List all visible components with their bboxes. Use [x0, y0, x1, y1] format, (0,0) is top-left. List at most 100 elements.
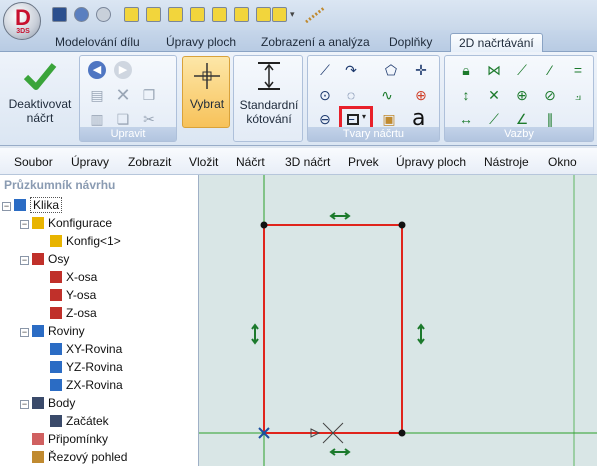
tab-2d-sketch[interactable]: 2D načrtávání	[450, 33, 543, 52]
view-cube-icon[interactable]	[272, 7, 287, 22]
horizontal-constraint-icon[interactable]	[329, 448, 351, 456]
concentric-constraint-icon[interactable]: ⊕	[513, 86, 531, 104]
tree-expander-icon[interactable]: −	[20, 328, 29, 337]
tree-node[interactable]: − Body	[20, 396, 75, 414]
collinear-constraint-icon[interactable]: ⁄	[541, 61, 559, 79]
menu-surface-edit[interactable]: Úpravy ploch	[396, 155, 466, 169]
menu-edit[interactable]: Úpravy	[71, 155, 109, 169]
tree-node[interactable]: − Osy	[20, 252, 69, 270]
copy-icon[interactable]: ▤	[88, 86, 106, 104]
menu-insert[interactable]: Vložit	[189, 155, 218, 169]
redo-icon[interactable]	[96, 7, 111, 22]
menu-feature[interactable]: Prvek	[348, 155, 379, 169]
ellipse-icon[interactable]: ⊖	[316, 110, 334, 128]
midpoint-constraint-icon[interactable]: ⋈	[485, 61, 503, 79]
menu-file[interactable]: Soubor	[14, 155, 53, 169]
vertical-constraint-icon[interactable]	[251, 323, 259, 345]
planes-icon	[32, 325, 44, 337]
undo-icon[interactable]	[74, 7, 89, 22]
menu-3d-sketch[interactable]: 3D náčrt	[285, 155, 330, 169]
tree-node[interactable]: Připomínky	[32, 432, 108, 450]
dimension-button[interactable]: Standardní kótování	[234, 98, 304, 126]
axes-icon	[32, 253, 44, 265]
select-button[interactable]: Vybrat	[182, 56, 230, 128]
rect-corner-point[interactable]	[398, 221, 406, 229]
view-cube-icon[interactable]	[168, 7, 183, 22]
arc-icon[interactable]: ↷	[342, 61, 360, 79]
sketch-canvas[interactable]	[199, 175, 597, 466]
dimension-icon	[256, 61, 282, 91]
tab-surface-edit[interactable]: Úpravy ploch	[158, 33, 244, 52]
view-cube-icon[interactable]	[234, 7, 249, 22]
tree-node[interactable]: Z-osa	[50, 306, 97, 324]
equal-constraint-icon[interactable]: =	[569, 61, 587, 79]
scissors-icon[interactable]: ✂	[140, 110, 158, 128]
duplicate-icon[interactable]: ❏	[114, 110, 132, 128]
tree-expander-icon[interactable]: −	[2, 202, 11, 211]
view-cube-icon[interactable]	[124, 7, 139, 22]
delete-icon[interactable]: ✕	[114, 86, 132, 104]
tree-node[interactable]: ZX-Rovina	[50, 378, 123, 396]
vertical-constraint-icon[interactable]	[417, 323, 425, 345]
save-icon[interactable]	[52, 7, 67, 22]
menu-sketch[interactable]: Náčrt	[236, 155, 265, 169]
tab-addons[interactable]: Doplňky	[381, 33, 440, 52]
coincident-constraint-icon[interactable]: ⟋	[513, 61, 531, 79]
partial-circle-icon[interactable]: ◌	[342, 86, 360, 104]
center-point-icon[interactable]: ⊕	[412, 86, 430, 104]
menu-view[interactable]: Zobrazit	[128, 155, 171, 169]
rect-corner-point[interactable]	[260, 221, 268, 229]
circle-icon[interactable]: ⊙	[316, 86, 334, 104]
tree-node[interactable]: − Klika	[2, 197, 63, 216]
qat-dropdown-icon[interactable]: ▾	[290, 9, 295, 20]
line-icon[interactable]: ⟋	[316, 61, 334, 79]
tangent-constraint-icon[interactable]: ⊘	[541, 86, 559, 104]
menu-bar: Soubor Úpravy Zobrazit Vložit Náčrt 3D n…	[0, 148, 597, 175]
exit-sketch-button[interactable]: Deaktivovat náčrt	[3, 97, 77, 125]
redo-icon[interactable]: ▶	[114, 61, 132, 79]
tree-node[interactable]: X-osa	[50, 270, 97, 288]
menu-window[interactable]: Okno	[548, 155, 577, 169]
tree-node[interactable]: Y-osa	[50, 288, 96, 306]
point-icon[interactable]: ✛	[412, 61, 430, 79]
rect-corner-point[interactable]	[398, 429, 406, 437]
tree-expander-icon[interactable]: −	[20, 256, 29, 265]
horizontal-constraint-icon[interactable]	[329, 212, 351, 220]
edit-group-label: Upravit	[80, 127, 176, 141]
polygon-icon[interactable]: ⬠	[382, 61, 400, 79]
view-cube-icon[interactable]	[256, 7, 271, 22]
sketch-rectangle[interactable]	[263, 224, 403, 434]
spline-icon[interactable]: ∿	[378, 86, 396, 104]
angle-constraint-icon[interactable]: ∠	[513, 110, 531, 128]
parallel-constraint-icon[interactable]: ∥	[541, 110, 559, 128]
tab-part-modeling[interactable]: Modelování dílu	[47, 33, 148, 52]
perpendicular-constraint-icon[interactable]: ⟋	[485, 110, 503, 128]
app-menu-button[interactable]: D 3DS	[3, 2, 41, 40]
tree-expander-icon[interactable]: −	[20, 400, 29, 409]
tree-node[interactable]: Konfig<1>	[50, 234, 121, 252]
clipboard-icon[interactable]: ▥	[88, 110, 106, 128]
undo-icon[interactable]: ◀	[88, 61, 106, 79]
symmetric-constraint-icon[interactable]: ⟓	[569, 86, 587, 104]
tab-view-analysis[interactable]: Zobrazení a analýza	[253, 33, 378, 52]
view-cube-icon[interactable]	[146, 7, 161, 22]
intersect-constraint-icon[interactable]: ✕	[485, 86, 503, 104]
tree-node[interactable]: − Konfigurace	[20, 216, 112, 234]
tree-node[interactable]: YZ-Rovina	[50, 360, 123, 378]
menu-tools[interactable]: Nástroje	[484, 155, 529, 169]
plane-icon	[50, 343, 62, 355]
tree-node[interactable]: Řezový pohled	[32, 450, 127, 466]
section-view-icon	[32, 451, 44, 463]
horizontal-constraint-icon[interactable]: ↔	[457, 110, 475, 128]
paste-icon[interactable]: ❐	[140, 86, 158, 104]
vertical-constraint-icon[interactable]: ↕	[457, 86, 475, 104]
view-cube-icon[interactable]	[190, 7, 205, 22]
tree-node[interactable]: − Roviny	[20, 324, 85, 342]
view-cube-icon[interactable]	[212, 7, 227, 22]
tree-node[interactable]: Začátek	[50, 414, 109, 432]
tree-node[interactable]: XY-Rovina	[50, 342, 122, 360]
image-icon[interactable]: ▣	[380, 110, 398, 128]
tree-expander-icon[interactable]: −	[20, 220, 29, 229]
fix-constraint-icon[interactable]: 🔒︎	[457, 61, 475, 79]
measure-icon[interactable]	[304, 6, 326, 24]
